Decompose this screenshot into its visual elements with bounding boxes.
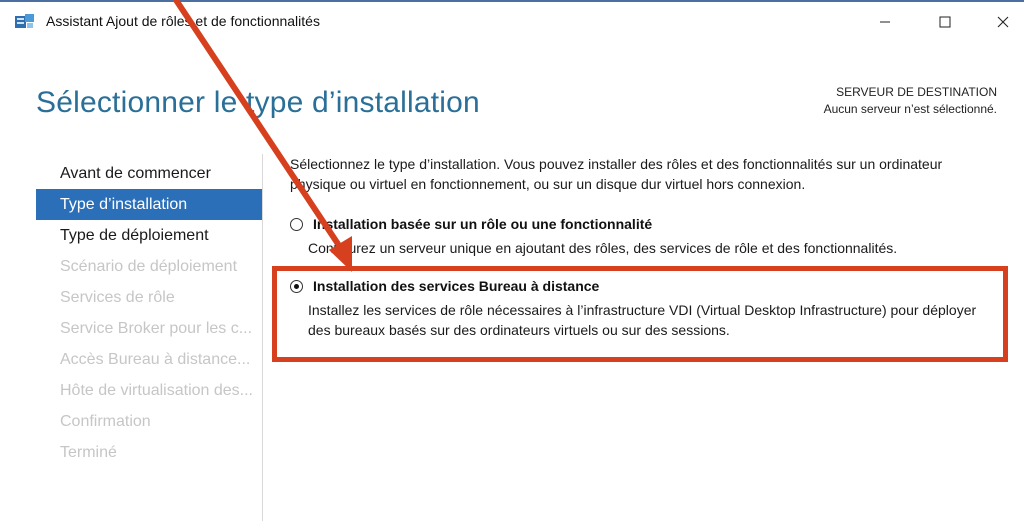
minimize-icon <box>880 21 890 23</box>
minimize-button[interactable] <box>862 6 908 38</box>
server-manager-icon <box>15 14 34 29</box>
option-role-based-title[interactable]: Installation basée sur un rôle ou une fo… <box>313 216 652 232</box>
nav-item-type-deploiement[interactable]: Type de déploiement <box>36 220 262 251</box>
window-title: Assistant Ajout de rôles et de fonctionn… <box>46 13 320 29</box>
wizard-window: Assistant Ajout de rôles et de fonctionn… <box>0 0 1024 521</box>
nav-item-service-broker: Service Broker pour les c... <box>60 320 253 337</box>
nav-item-scenario-deploiement: Scénario de déploiement <box>60 258 238 275</box>
nav-item-hote-virtualisation: Hôte de virtualisation des... <box>60 382 253 399</box>
nav-item-type-installation[interactable]: Type d’installation <box>36 189 262 220</box>
destination-server-label: SERVEUR DE DESTINATION <box>836 85 997 99</box>
wizard-steps-nav: Avant de commencer Type d’installation T… <box>36 158 262 468</box>
annotation-highlight-box <box>272 266 1008 362</box>
close-button[interactable] <box>980 6 1024 38</box>
nav-item-termine: Terminé <box>60 444 117 461</box>
nav-item-avant-de-commencer[interactable]: Avant de commencer <box>36 158 262 189</box>
main-content: Sélectionnez le type d’installation. Vou… <box>290 154 990 338</box>
page-title: Sélectionner le type d’installation <box>36 86 480 119</box>
destination-server-value: Aucun serveur n’est sélectionné. <box>823 102 997 116</box>
nav-item-acces-bureau-distance: Accès Bureau à distance... <box>60 351 251 368</box>
option-role-based-description: Configurez un serveur unique en ajoutant… <box>308 240 898 256</box>
close-icon <box>997 16 1009 28</box>
nav-item-services-de-role: Services de rôle <box>60 289 175 306</box>
title-bar: Assistant Ajout de rôles et de fonctionn… <box>0 0 1024 40</box>
maximize-button[interactable] <box>922 6 968 38</box>
radio-unchecked-icon[interactable] <box>290 218 303 231</box>
nav-item-confirmation: Confirmation <box>60 413 151 430</box>
nav-divider <box>262 154 263 521</box>
intro-text: Sélectionnez le type d’installation. Vou… <box>290 156 943 192</box>
maximize-icon <box>939 16 951 28</box>
